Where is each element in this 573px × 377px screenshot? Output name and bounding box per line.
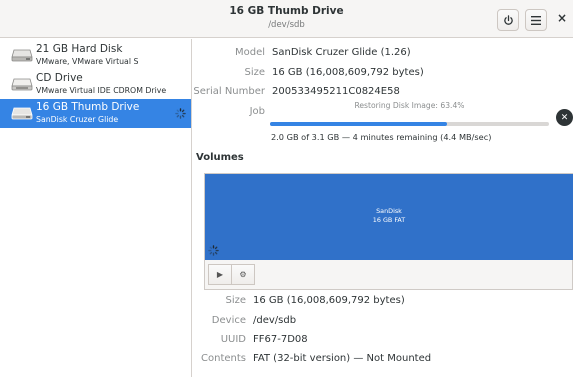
job-progress-fill: [270, 122, 447, 126]
busy-spinner-icon: [175, 108, 186, 119]
contents-value: FAT (32-bit version) — Not Mounted: [253, 353, 432, 364]
drive-description: VMware, VMware Virtual S: [36, 57, 139, 66]
header-bar: 16 GB Thumb Drive /dev/sdb ×: [0, 0, 573, 38]
device-label: Device: [211, 315, 246, 326]
hard-disk-icon: [11, 49, 33, 62]
serial-number-label: Serial Number: [193, 86, 265, 97]
hamburger-menu-icon: [531, 15, 541, 25]
device-value: /dev/sdb: [253, 315, 297, 326]
settings-gears-icon: ⚙: [239, 270, 247, 279]
model-label: Model: [234, 47, 265, 58]
uuid-value: FF67-7D08: [253, 334, 308, 345]
volume-size-label: Size: [225, 295, 246, 306]
volume-settings-button[interactable]: ⚙: [231, 264, 255, 285]
drive-menu-button[interactable]: [525, 9, 547, 31]
volume-block[interactable]: SanDisk 16 GB FAT: [205, 174, 573, 260]
drive-list-sidebar: 21 GB Hard Disk VMware, VMware Virtual S…: [0, 39, 192, 377]
drive-name: 21 GB Hard Disk: [36, 43, 123, 55]
close-icon: ×: [556, 11, 568, 25]
uuid-label: UUID: [220, 334, 246, 345]
drive-item-thumb-drive[interactable]: 16 GB Thumb Drive SanDisk Cruzer Glide: [0, 99, 191, 128]
optical-drive-icon: [11, 78, 33, 91]
drive-name: CD Drive: [36, 72, 83, 84]
power-icon: [503, 14, 513, 25]
drive-item-hard-disk[interactable]: 21 GB Hard Disk VMware, VMware Virtual S: [0, 41, 191, 70]
usb-drive-icon: [11, 107, 33, 120]
window-title: 16 GB Thumb Drive: [229, 5, 344, 17]
contents-label: Contents: [201, 353, 246, 364]
job-detail-text: 2.0 GB of 3.1 GB — 4 minutes remaining (…: [271, 132, 492, 142]
volume-map: SanDisk 16 GB FAT ▶ ⚙: [204, 173, 573, 290]
volume-size-value: 16 GB (16,008,609,792 bytes): [253, 295, 405, 306]
job-status-text: Restoring Disk Image: 63.4%: [354, 101, 465, 110]
window-subtitle: /dev/sdb: [268, 20, 305, 30]
play-icon: ▶: [216, 270, 224, 279]
cancel-icon: ✕: [560, 112, 569, 123]
volume-description: 16 GB FAT: [372, 216, 406, 224]
cancel-job-button[interactable]: ✕: [556, 109, 573, 126]
volume-name: SanDisk: [376, 207, 402, 215]
job-progress-bar: [270, 122, 549, 126]
volume-busy-spinner-icon: [208, 245, 219, 256]
drive-description: SanDisk Cruzer Glide: [36, 115, 119, 124]
volumes-heading: Volumes: [196, 152, 244, 163]
model-value: SanDisk Cruzer Glide (1.26): [272, 47, 411, 58]
drive-item-cd-drive[interactable]: CD Drive VMware Virtual IDE CDROM Drive: [0, 70, 191, 99]
window-close-button[interactable]: ×: [555, 11, 569, 25]
job-label: Job: [249, 106, 265, 117]
drive-description: VMware Virtual IDE CDROM Drive: [36, 86, 167, 95]
drive-name: 16 GB Thumb Drive: [36, 101, 140, 113]
power-off-button[interactable]: [497, 9, 519, 31]
size-label: Size: [244, 67, 265, 78]
mount-volume-button[interactable]: ▶: [208, 264, 232, 285]
size-value: 16 GB (16,008,609,792 bytes): [272, 67, 424, 78]
serial-number-value: 200533495211C0824E58: [272, 86, 400, 97]
